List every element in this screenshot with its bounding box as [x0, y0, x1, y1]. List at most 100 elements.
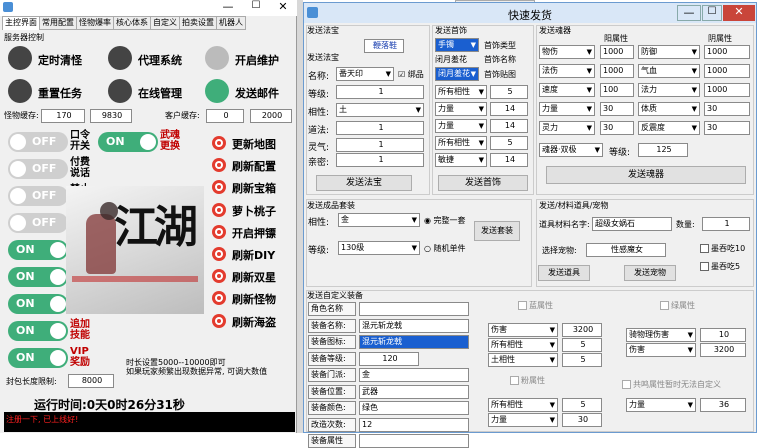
custom-field-value[interactable]: 120	[359, 351, 419, 366]
pink-attr-value[interactable]: 5	[562, 398, 602, 412]
quantity-field[interactable]: 1	[702, 217, 750, 231]
refresh-item-1[interactable]: 刷新配置	[212, 158, 296, 176]
yin-attr-select[interactable]: 气血 ▼	[638, 64, 700, 78]
suit-level-select[interactable]: 130级 ▼	[338, 241, 420, 255]
ink-10-checkbox[interactable]: 墨吞吃10	[700, 243, 745, 254]
refresh-item-3[interactable]: 萝卜桃子	[212, 202, 296, 221]
dao-name-display[interactable]: 鞭落鞋	[364, 39, 404, 53]
jewelry-attr-value[interactable]: 5	[490, 85, 528, 99]
yin-attr-value[interactable]: 30	[704, 102, 750, 116]
pet-name-field[interactable]: 性感魔女	[586, 243, 666, 257]
custom-field-value[interactable]	[359, 434, 469, 448]
attr-select[interactable]: 土 ▼	[336, 103, 424, 117]
gold-attr-value[interactable]: 36	[700, 398, 746, 412]
tab-6[interactable]: 机器人	[216, 16, 246, 30]
player-cache-field-1[interactable]: 0	[206, 109, 244, 123]
material-name-field[interactable]: 超级女娲石	[592, 217, 672, 231]
jewelry-attr-select[interactable]: 敏捷 ▼	[435, 153, 487, 167]
green-attr-value[interactable]: 10	[700, 328, 746, 342]
suit-attr-select[interactable]: 金 ▼	[338, 213, 420, 227]
toggle-1[interactable]: OFF	[8, 159, 68, 179]
dao-field[interactable]: 1	[336, 121, 424, 135]
soul-mode-select[interactable]: 魂器·双极 ▼	[539, 143, 603, 157]
close-button[interactable]: ✕	[723, 5, 755, 21]
jewelry-attr-value[interactable]: 14	[490, 119, 528, 133]
refresh-item-8[interactable]: 刷新海盗	[212, 313, 296, 332]
yang-attr-value[interactable]: 1000	[600, 64, 634, 78]
jewelry-attr-value[interactable]: 5	[490, 136, 528, 150]
toggle-8[interactable]: ON	[8, 348, 68, 368]
refresh-item-2[interactable]: 刷新宝箱	[212, 180, 296, 198]
big-button-3[interactable]: 重置任务	[8, 79, 100, 105]
jewelry-attr-select[interactable]: 所有相性 ▼	[435, 85, 487, 99]
level-field[interactable]: 1	[336, 85, 424, 99]
yang-attr-value[interactable]: 100	[600, 83, 634, 97]
yin-attr-value[interactable]: 1000	[704, 45, 750, 59]
yang-attr-select[interactable]: 灵力 ▼	[539, 121, 595, 135]
yin-attr-select[interactable]: 体质 ▼	[638, 102, 700, 116]
pink-attr-value[interactable]: 30	[562, 413, 602, 427]
green-attr-value[interactable]: 3200	[700, 343, 746, 357]
monster-cache-field-1[interactable]: 170	[41, 109, 85, 123]
blue-attr-value[interactable]: 5	[562, 338, 602, 352]
tab-0[interactable]: 主控界面	[2, 16, 40, 30]
big-button-1[interactable]: 代理系统	[108, 46, 200, 72]
send-pet-button[interactable]: 发送宠物	[624, 265, 676, 281]
send-suit-button[interactable]: 发送套装	[474, 221, 520, 241]
refresh-item-5[interactable]: 刷新DIY	[212, 247, 296, 265]
yang-attr-value[interactable]: 1000	[600, 45, 634, 59]
close-button[interactable]: ✕	[270, 0, 296, 14]
custom-field-value[interactable]: 混元斩龙戟	[359, 335, 469, 349]
toggle-7[interactable]: ON	[8, 321, 68, 341]
custom-field-value[interactable]: 武器	[359, 384, 469, 399]
custom-field-value[interactable]: 混元斩龙戟	[359, 318, 469, 333]
refresh-item-7[interactable]: 刷新怪物	[212, 291, 296, 309]
gold-attr-select[interactable]: 力量 ▼	[626, 398, 696, 412]
ling-field[interactable]: 1	[336, 138, 424, 152]
jewelry-name-select[interactable]: 闭月羞花 ▼	[435, 67, 479, 81]
minimize-button[interactable]: —	[214, 0, 242, 14]
jewelry-attr-value[interactable]: 14	[490, 153, 528, 167]
maximize-button[interactable]: ☐	[702, 5, 722, 21]
green-attr-checkbox[interactable]: 绿属性	[660, 300, 695, 311]
big-button-2[interactable]: 开启维护	[205, 46, 297, 72]
maximize-button[interactable]: ☐	[243, 0, 269, 14]
custom-field-value[interactable]: 绿色	[359, 401, 469, 415]
tab-1[interactable]: 常用配置	[39, 16, 77, 30]
send-item-button[interactable]: 发送道具	[538, 265, 590, 281]
packet-length-field[interactable]: 8000	[68, 374, 114, 388]
refresh-item-6[interactable]: 刷新双星	[212, 269, 296, 287]
blue-attr-select[interactable]: 土相性 ▼	[488, 353, 558, 367]
toggle-6[interactable]: ON	[8, 294, 68, 314]
yin-attr-value[interactable]: 30	[704, 121, 750, 135]
tab-4[interactable]: 自定义	[150, 16, 180, 30]
custom-field-value[interactable]: 金	[359, 368, 469, 382]
refresh-item-0[interactable]: 更新地图	[212, 136, 296, 154]
tab-2[interactable]: 怪物爆率	[76, 16, 114, 30]
yang-attr-select[interactable]: 法伤 ▼	[539, 64, 595, 78]
tab-3[interactable]: 核心体系	[113, 16, 151, 30]
jewelry-attr-select[interactable]: 力量 ▼	[435, 119, 487, 133]
toggle-5[interactable]: ON	[8, 267, 68, 287]
yin-attr-select[interactable]: 反震度 ▼	[638, 121, 700, 135]
blue-attr-select[interactable]: 所有相性 ▼	[488, 338, 558, 352]
custom-field-value[interactable]	[359, 302, 469, 316]
pink-attr-select[interactable]: 所有相性 ▼	[488, 398, 558, 412]
bind-checkbox[interactable]: ☑ 绑品	[398, 69, 424, 80]
monster-cache-field-2[interactable]: 9830	[90, 109, 132, 123]
send-soul-button[interactable]: 发送魂器	[546, 166, 746, 184]
yin-attr-select[interactable]: 法力 ▼	[638, 83, 700, 97]
qin-field[interactable]: 1	[336, 153, 424, 167]
toggle-2[interactable]: OFF	[8, 186, 68, 206]
yang-attr-value[interactable]: 30	[600, 102, 634, 116]
yang-attr-select[interactable]: 力量 ▼	[539, 102, 595, 116]
player-cache-field-2[interactable]: 2000	[250, 109, 292, 123]
toggle-0[interactable]: OFF	[8, 132, 68, 152]
custom-field-value[interactable]: 12	[359, 417, 469, 432]
blue-attr-checkbox[interactable]: 蓝属性	[518, 300, 553, 311]
toggle-3[interactable]: OFF	[8, 213, 68, 233]
random-piece-radio[interactable]: ○ 随机单件	[424, 243, 466, 254]
ink-5-checkbox[interactable]: 墨吞吃5	[700, 261, 740, 272]
pink-attr-checkbox[interactable]: 粉属性	[510, 375, 545, 386]
yang-attr-value[interactable]: 30	[600, 121, 634, 135]
